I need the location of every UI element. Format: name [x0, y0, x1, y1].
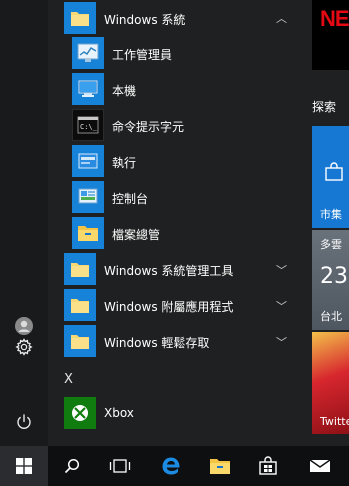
- chevron-down-icon: ﹀: [276, 336, 287, 349]
- folder-icon: [64, 2, 96, 34]
- app-label: Xbox: [104, 406, 134, 420]
- folder-icon: [210, 459, 230, 474]
- taskbar: [0, 446, 349, 486]
- folder-icon: [64, 253, 96, 285]
- tile-store[interactable]: 市集: [312, 126, 349, 228]
- group-windows-ease-of-access[interactable]: Windows 輕鬆存取 ﹀: [48, 323, 310, 359]
- store-icon: [259, 456, 277, 475]
- control-panel-icon: [72, 181, 104, 213]
- start-left-rail: [0, 0, 48, 446]
- task-view-button[interactable]: [96, 446, 144, 486]
- power-icon: [17, 414, 31, 429]
- file-explorer-icon: [72, 217, 104, 249]
- tile-label: 市集: [320, 208, 342, 221]
- folder-icon: [64, 325, 96, 357]
- group-label: Windows 附屬應用程式: [104, 300, 234, 314]
- chevron-down-icon: ﹀: [276, 264, 287, 277]
- run-icon: [72, 145, 104, 177]
- letter-heading-x[interactable]: X: [64, 372, 73, 387]
- group-windows-accessories[interactable]: Windows 附屬應用程式 ﹀: [48, 287, 310, 323]
- task-manager-icon: [72, 37, 104, 69]
- tile-netflix[interactable]: NE: [312, 0, 349, 70]
- app-label: 工作管理員: [112, 48, 173, 62]
- app-xbox[interactable]: Xbox: [48, 395, 310, 431]
- mail-icon: [309, 459, 331, 472]
- edge-icon: [162, 457, 180, 475]
- group-windows-admin-tools[interactable]: Windows 系統管理工具 ﹀: [48, 251, 310, 287]
- app-label: 命令提示字元: [112, 120, 185, 134]
- chevron-up-icon: ︿: [276, 12, 287, 25]
- edge-browser-button[interactable]: [147, 446, 195, 486]
- tile-label: Twitte: [320, 415, 349, 428]
- app-label: 本機: [112, 84, 137, 98]
- app-file-explorer[interactable]: 檔案總管: [48, 215, 310, 251]
- mail-taskbar-button[interactable]: [296, 446, 344, 486]
- start-menu: Windows 系統 ︿ 工作管理員 本機 C:\_ 命令提示字元 執行 控制台…: [0, 0, 349, 446]
- app-this-pc[interactable]: 本機: [48, 71, 310, 107]
- start-button[interactable]: [0, 446, 48, 486]
- store-icon: [325, 162, 343, 181]
- app-run[interactable]: 執行: [48, 143, 310, 179]
- settings-button[interactable]: [0, 327, 48, 367]
- task-view-icon: [109, 459, 131, 473]
- group-windows-system[interactable]: Windows 系統 ︿: [48, 0, 310, 36]
- app-label: 執行: [112, 156, 137, 170]
- windows-logo-icon: [16, 458, 32, 474]
- group-label: Windows 系統管理工具: [104, 264, 234, 278]
- command-prompt-icon: C:\_: [72, 109, 104, 141]
- netflix-logo-text: NE: [320, 6, 349, 31]
- app-task-manager[interactable]: 工作管理員: [48, 35, 310, 71]
- power-button[interactable]: [0, 402, 48, 442]
- group-label: Windows 系統: [104, 13, 186, 27]
- weather-temperature: 23°: [320, 264, 349, 289]
- tile-twitter[interactable]: Twitte: [312, 332, 349, 434]
- search-icon: [64, 458, 80, 474]
- app-label: 控制台: [112, 192, 149, 206]
- folder-icon: [64, 289, 96, 321]
- search-button[interactable]: [48, 446, 96, 486]
- store-taskbar-button[interactable]: [244, 446, 292, 486]
- file-explorer-taskbar-button[interactable]: [196, 446, 244, 486]
- tile-weather[interactable]: 多雲 23° 台北: [312, 230, 349, 330]
- svg-text:C:\_: C:\_: [80, 123, 98, 131]
- app-command-prompt[interactable]: C:\_ 命令提示字元: [48, 107, 310, 143]
- xbox-icon: [64, 397, 96, 429]
- weather-condition: 多雲: [320, 238, 342, 251]
- chevron-down-icon: ﹀: [276, 300, 287, 313]
- gear-icon: [15, 338, 33, 356]
- group-label: Windows 輕鬆存取: [104, 336, 210, 350]
- all-apps-list: Windows 系統 ︿ 工作管理員 本機 C:\_ 命令提示字元 執行 控制台…: [48, 0, 310, 446]
- weather-city: 台北: [320, 310, 342, 323]
- app-label: 檔案總管: [112, 228, 161, 242]
- live-tiles-area: NE 探索 市集 多雲 23° 台北 Twitte: [312, 0, 349, 446]
- app-control-panel[interactable]: 控制台: [48, 179, 310, 215]
- this-pc-icon: [72, 73, 104, 105]
- tiles-section-title: 探索: [312, 100, 337, 114]
